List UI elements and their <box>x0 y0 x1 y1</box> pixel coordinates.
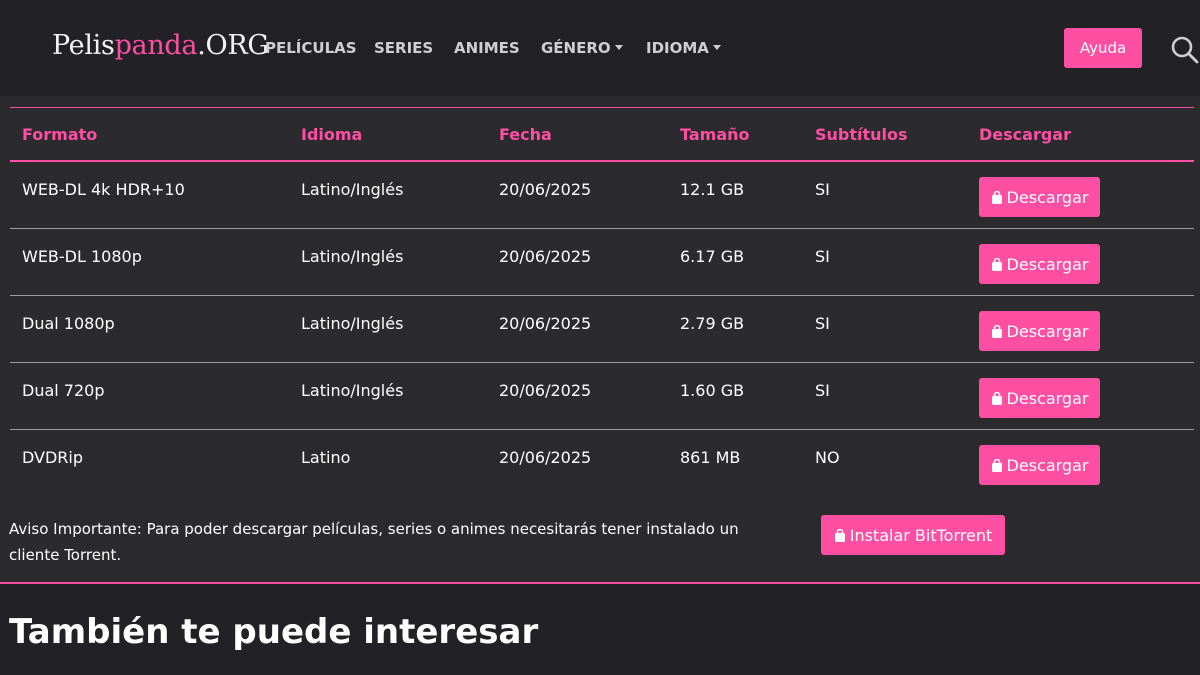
cell-formato: Dual 1080p <box>22 314 115 333</box>
help-button[interactable]: Ayuda <box>1064 28 1142 68</box>
cell-tamano: 12.1 GB <box>680 180 745 199</box>
header-fecha: Fecha <box>499 125 552 144</box>
cell-formato: Dual 720p <box>22 381 105 400</box>
caret-down-icon <box>614 45 623 50</box>
torrent-notice: Aviso Importante: Para poder descargar p… <box>9 520 739 564</box>
caret-down-icon <box>712 45 721 50</box>
table-top-rule <box>10 107 1194 108</box>
nav-genero-label: GÉNERO <box>541 39 611 57</box>
logo-text-pelis: Pelis <box>52 30 115 61</box>
cell-idioma: Latino/Inglés <box>301 314 404 333</box>
cell-fecha: 20/06/2025 <box>499 381 592 400</box>
logo-text-panda: panda <box>114 30 198 61</box>
site-logo[interactable]: Pelispanda.ORG <box>52 30 269 61</box>
cell-idioma: Latino/Inglés <box>301 180 404 199</box>
cell-tamano: 2.79 GB <box>680 314 745 333</box>
shopping-bag-icon <box>991 324 1002 338</box>
cell-subtitulos: SI <box>815 180 830 199</box>
download-button[interactable]: Descargar <box>979 177 1100 217</box>
logo-text-org: .ORG <box>197 30 269 61</box>
header-subtitulos: Subtítulos <box>815 125 908 144</box>
table-row: WEB-DL 4k HDR+10 Latino/Inglés 20/06/202… <box>10 162 1194 229</box>
download-button-label: Descargar <box>1006 187 1089 207</box>
download-button-label: Descargar <box>1006 388 1089 408</box>
table-row: Dual 1080p Latino/Inglés 20/06/2025 2.79… <box>10 296 1194 363</box>
cell-fecha: 20/06/2025 <box>499 247 592 266</box>
nav-peliculas[interactable]: PELÍCULAS <box>265 39 357 57</box>
table-row: DVDRip Latino 20/06/2025 861 MB NO Desca… <box>10 430 1194 497</box>
cell-formato: DVDRip <box>22 448 84 467</box>
shopping-bag-icon <box>991 257 1002 271</box>
cell-idioma: Latino/Inglés <box>301 381 404 400</box>
nav-animes[interactable]: ANIMES <box>454 39 520 57</box>
cell-subtitulos: NO <box>815 448 840 467</box>
header-idioma: Idioma <box>301 125 363 144</box>
cell-idioma: Latino/Inglés <box>301 247 404 266</box>
download-button-label: Descargar <box>1006 321 1089 341</box>
cell-subtitulos: SI <box>815 381 830 400</box>
cell-subtitulos: SI <box>815 247 830 266</box>
download-button[interactable]: Descargar <box>979 311 1100 351</box>
shopping-bag-icon <box>834 528 845 542</box>
header-tamano: Tamaño <box>680 125 750 144</box>
download-button[interactable]: Descargar <box>979 378 1100 418</box>
related-section-title: También te puede interesar <box>9 612 539 652</box>
download-button[interactable]: Descargar <box>979 244 1100 284</box>
shopping-bag-icon <box>991 458 1002 472</box>
site-header: Pelispanda.ORG PELÍCULAS SERIES ANIMES G… <box>0 0 1200 96</box>
download-button-label: Descargar <box>1006 254 1089 274</box>
download-button-label: Descargar <box>1006 455 1089 475</box>
cell-idioma: Latino <box>301 448 351 467</box>
table-row: Dual 720p Latino/Inglés 20/06/2025 1.60 … <box>10 363 1194 430</box>
cell-formato: WEB-DL 4k HDR+10 <box>22 180 185 199</box>
cell-fecha: 20/06/2025 <box>499 314 592 333</box>
cell-subtitulos: SI <box>815 314 830 333</box>
install-bittorrent-button[interactable]: Instalar BitTorrent <box>821 515 1005 555</box>
shopping-bag-icon <box>991 391 1002 405</box>
nav-idioma-label: IDIOMA <box>646 39 709 57</box>
cell-tamano: 6.17 GB <box>680 247 745 266</box>
nav-series[interactable]: SERIES <box>374 39 433 57</box>
shopping-bag-icon <box>991 190 1002 204</box>
cell-fecha: 20/06/2025 <box>499 180 592 199</box>
cell-fecha: 20/06/2025 <box>499 448 592 467</box>
nav-genero-dropdown[interactable]: GÉNERO <box>541 39 623 57</box>
cell-formato: WEB-DL 1080p <box>22 247 142 266</box>
install-bittorrent-label: Instalar BitTorrent <box>849 525 993 545</box>
header-formato: Formato <box>22 125 98 144</box>
nav-idioma-dropdown[interactable]: IDIOMA <box>646 39 721 57</box>
cell-tamano: 1.60 GB <box>680 381 745 400</box>
cell-tamano: 861 MB <box>680 448 741 467</box>
download-button[interactable]: Descargar <box>979 445 1100 485</box>
table-row: WEB-DL 1080p Latino/Inglés 20/06/2025 6.… <box>10 229 1194 296</box>
header-descargar: Descargar <box>979 125 1071 144</box>
search-icon[interactable] <box>1170 35 1200 65</box>
